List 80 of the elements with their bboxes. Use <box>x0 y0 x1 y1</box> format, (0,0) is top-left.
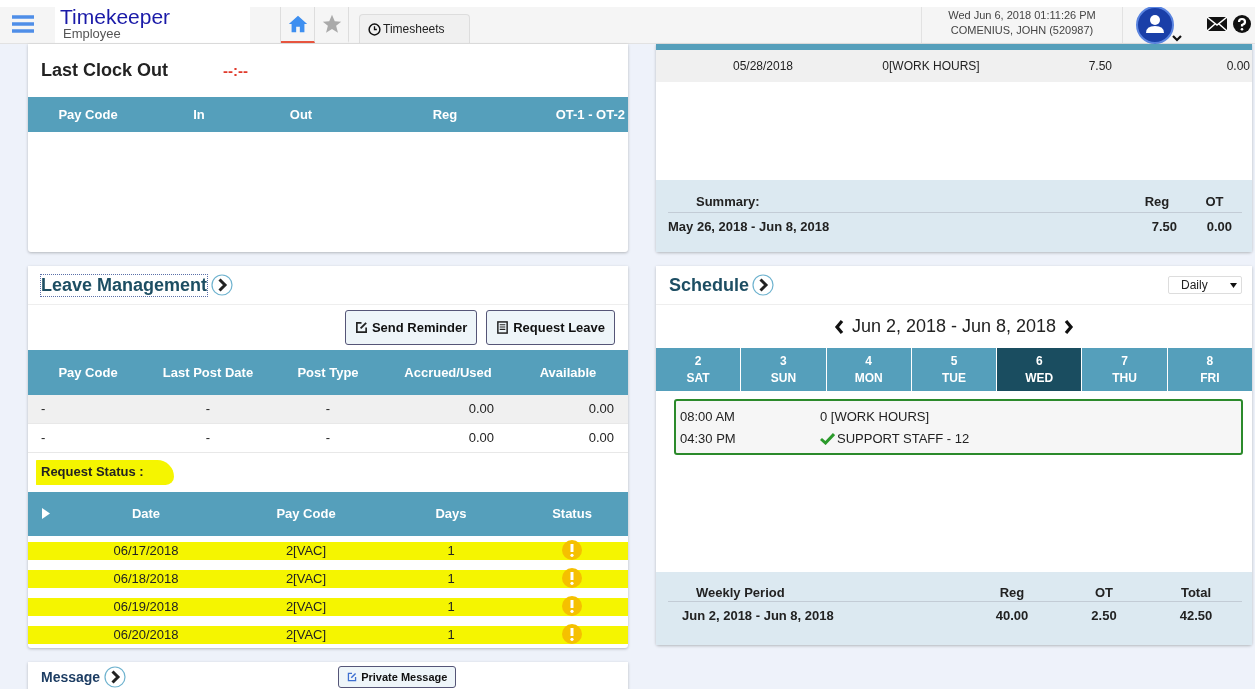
table-cell-text: - <box>324 430 332 445</box>
help-icon[interactable] <box>1233 15 1251 33</box>
mail-icon[interactable] <box>1207 15 1227 33</box>
event-time: 08:00 AM <box>680 408 736 424</box>
weekly-period-label: Weekly Period <box>695 585 786 600</box>
section-title[interactable]: Leave Management <box>41 274 208 296</box>
column-header: Reg <box>1143 193 1171 209</box>
table-header: Date Pay Code Days Status <box>28 491 628 536</box>
table-cell-text: - <box>204 430 212 445</box>
table-cell-text: - <box>204 401 212 416</box>
chevron-left-icon[interactable] <box>833 318 844 335</box>
table-header: Pay Code Last Post Date Post Type Accrued/Used Available <box>28 350 628 395</box>
request-status-label: Request Status : <box>36 459 174 485</box>
table-cell-text: - <box>324 401 332 416</box>
app-subtitle: Employee <box>63 27 121 40</box>
last-clock-out-label: Last Clock Out <box>41 60 169 81</box>
request-leave-button[interactable]: Request Leave <box>486 310 615 346</box>
chevron-right-icon[interactable] <box>1064 318 1075 335</box>
table-cell-text: - <box>40 401 47 416</box>
table-cell-text: 1 <box>446 626 456 642</box>
weekly-value: 2.50 <box>1090 608 1118 623</box>
table-cell-text: 0.00 <box>467 401 495 416</box>
document-icon <box>496 321 510 335</box>
timesheets-tab[interactable]: Timesheets <box>359 14 470 43</box>
column-header: Reg <box>998 585 1026 600</box>
app-title: Timekeeper <box>60 7 172 27</box>
view-dropdown[interactable]: Daily <box>1168 276 1242 294</box>
day-tab[interactable]: 6 WED <box>997 348 1082 391</box>
table-cell-text: 06/17/2018 <box>112 542 180 558</box>
summary-value: 0.00 <box>1205 219 1233 234</box>
send-reminder-button[interactable]: Send Reminder <box>344 310 478 346</box>
table-cell-text: 0.00 <box>587 401 615 416</box>
weekly-value: 40.00 <box>994 608 1030 623</box>
last-clock-out-value: --:-- <box>223 62 248 79</box>
table-cell-text: 05/28/2018 <box>731 59 795 73</box>
menu-icon[interactable] <box>11 14 35 34</box>
section-title: Message <box>41 669 101 685</box>
table-cell-text: 2[VAC] <box>284 570 328 586</box>
edit-icon <box>354 321 368 335</box>
table-cell-text: 1 <box>446 598 456 614</box>
summary-value: 7.50 <box>1150 219 1178 234</box>
check-icon <box>820 431 835 445</box>
table-cell-text: 7.50 <box>1087 59 1113 73</box>
table-cell-text: 1 <box>446 570 456 586</box>
chevron-right-icon[interactable] <box>104 666 127 688</box>
caret-down-icon <box>1230 282 1237 288</box>
table-header: Pay Code In Out Reg OT-1 - OT-2 <box>28 97 628 132</box>
table-cell-text: 2[VAC] <box>284 542 328 558</box>
column-header: OT <box>1204 193 1225 209</box>
summary-label: Summary: <box>695 193 761 209</box>
clock-icon <box>368 22 381 36</box>
event-text: 0 [WORK HOURS] <box>820 408 930 424</box>
event-text: SUPPORT STAFF - 12 <box>837 430 970 446</box>
table-cell-text: 0.00 <box>587 430 615 445</box>
table-cell-text: 0.00 <box>467 430 495 445</box>
table-cell-text: 0.00 <box>1225 59 1251 73</box>
weekly-value: 42.50 <box>1178 608 1214 623</box>
private-message-button[interactable]: Private Message <box>338 666 457 688</box>
chevron-right-icon[interactable] <box>211 274 234 297</box>
table-cell-text: 1 <box>446 542 456 558</box>
event-time: 04:30 PM <box>680 430 737 446</box>
table-cell-text: 2[VAC] <box>284 626 328 642</box>
period-range: Jun 2, 2018 - Jun 8, 2018 <box>681 608 835 623</box>
date-range: Jun 2, 2018 - Jun 8, 2018 <box>851 316 1057 337</box>
table-cell-text: - <box>40 430 47 445</box>
triangle-right-icon[interactable] <box>42 508 50 520</box>
edit-icon <box>347 672 358 682</box>
home-icon <box>286 13 309 35</box>
column-header: OT <box>1093 585 1115 600</box>
table-cell-text: 0[WORK HOURS] <box>881 59 981 73</box>
column-header: Total <box>1179 585 1213 600</box>
period-range: May 26, 2018 - Jun 8, 2018 <box>668 219 831 234</box>
table-cell-text: 06/18/2018 <box>112 570 180 586</box>
user-name: COMENIUS, JOHN (520987) <box>950 23 1094 36</box>
chevron-right-icon[interactable] <box>752 274 775 296</box>
section-title: Schedule <box>669 274 750 296</box>
table-cell-text: 2[VAC] <box>284 598 328 614</box>
current-datetime: Wed Jun 6, 2018 01:11:26 PM <box>948 8 1096 21</box>
table-cell-text: 06/19/2018 <box>112 598 180 614</box>
table-cell-text: 06/20/2018 <box>112 626 180 642</box>
